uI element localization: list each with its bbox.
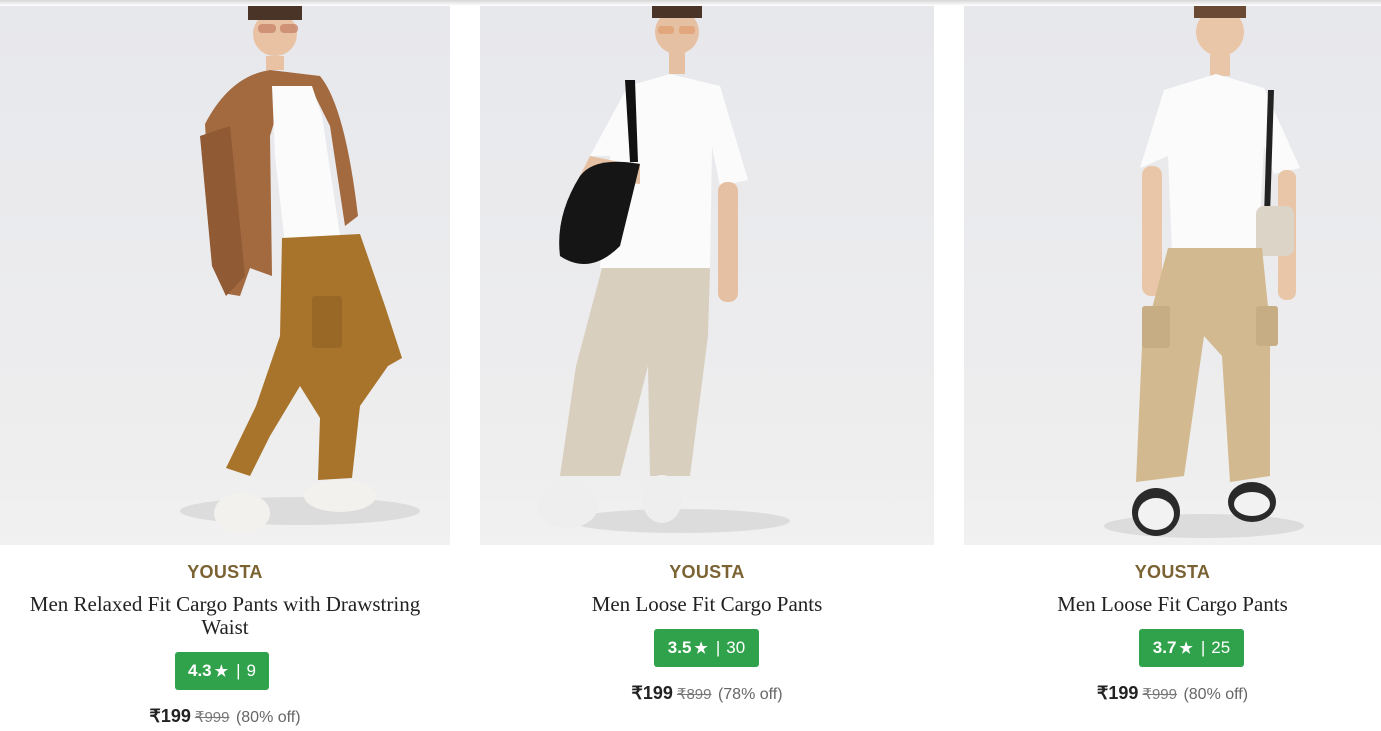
product-title[interactable]: Men Relaxed Fit Cargo Pants with Drawstr… [15, 593, 435, 639]
price-row: ₹199 ₹999 (80% off) [0, 706, 450, 727]
price-row: ₹199 ₹899 (78% off) [480, 683, 934, 704]
rating-value: 3.5 [667, 638, 692, 657]
selling-price: ₹199 [149, 706, 191, 726]
rating-badge: 3.7 ★ | 25 [1139, 629, 1244, 667]
product-title[interactable]: Men Loose Fit Cargo Pants [495, 593, 919, 616]
discount-label: (80% off) [1183, 686, 1249, 703]
original-price: ₹899 [676, 686, 712, 703]
product-card[interactable]: YOUSTA Men Loose Fit Cargo Pants 3.5 ★ | 30… [480, 6, 934, 731]
model-photo [180, 6, 420, 533]
selling-price: ₹199 [1096, 683, 1139, 703]
star-icon: ★ [694, 640, 708, 657]
discount-label: (78% off) [717, 686, 783, 703]
rating-count: 30 [726, 638, 746, 657]
star-icon: ★ [1179, 640, 1193, 657]
product-image[interactable] [964, 6, 1381, 545]
model-photo [1104, 6, 1304, 538]
star-icon: ★ [214, 663, 229, 680]
selling-price: ₹199 [631, 683, 673, 703]
product-grid: YOUSTA Men Relaxed Fit Cargo Pants with … [0, 0, 1381, 731]
rating-value: 4.3 [188, 661, 212, 680]
product-image[interactable] [480, 6, 934, 545]
discount-label: (80% off) [235, 709, 301, 726]
product-card[interactable]: YOUSTA Men Relaxed Fit Cargo Pants with … [0, 6, 450, 731]
product-brand[interactable]: YOUSTA [964, 562, 1381, 583]
rating-separator: | [715, 638, 721, 657]
rating-separator: | [1200, 638, 1206, 657]
product-brand[interactable]: YOUSTA [480, 562, 934, 583]
rating-value: 3.7 [1152, 638, 1177, 657]
rating-badge: 4.3 ★ | 9 [175, 652, 269, 690]
model-photo [538, 6, 790, 533]
original-price: ₹999 [1142, 686, 1177, 703]
product-card[interactable]: YOUSTA Men Loose Fit Cargo Pants 3.7 ★ | 25… [964, 6, 1381, 731]
price-row: ₹199 ₹999 (80% off) [964, 683, 1381, 704]
product-title[interactable]: Men Loose Fit Cargo Pants [979, 593, 1366, 616]
rating-count: 25 [1211, 638, 1231, 657]
rating-count: 9 [246, 661, 256, 680]
original-price: ₹999 [194, 709, 230, 726]
product-brand[interactable]: YOUSTA [0, 562, 450, 583]
rating-badge: 3.5 ★ | 30 [654, 629, 759, 667]
product-image[interactable] [0, 6, 450, 545]
rating-separator: | [236, 661, 241, 680]
